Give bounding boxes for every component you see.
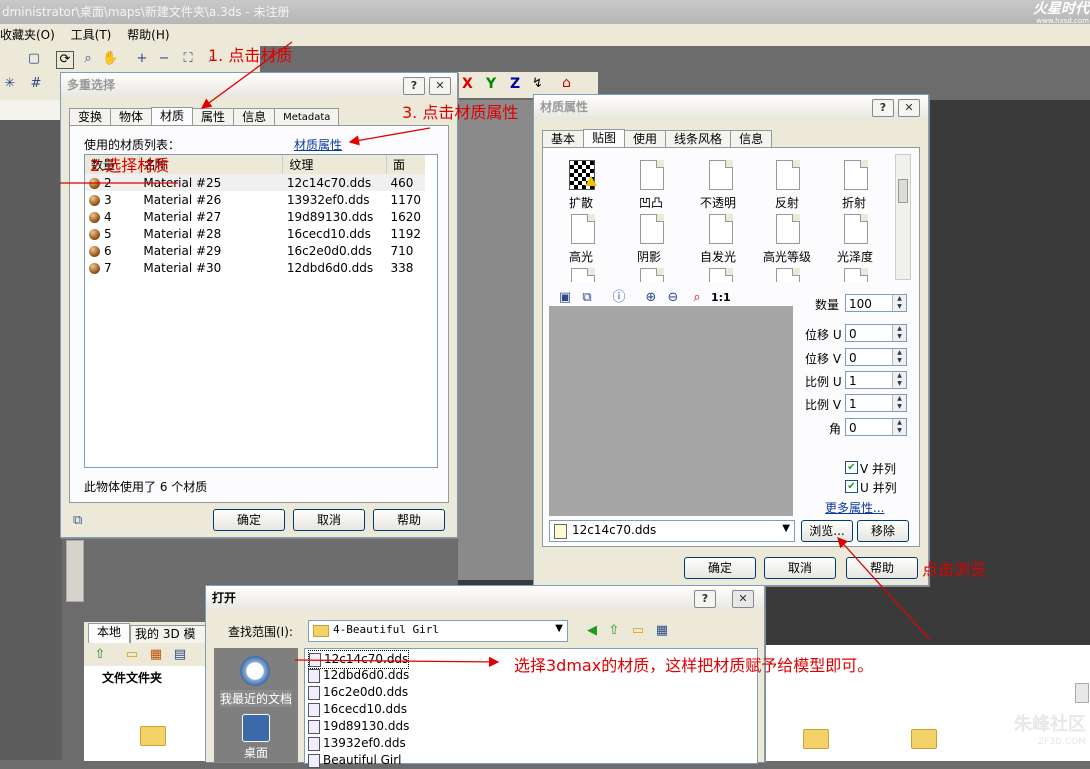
annotation-step4: 点击浏览 [922,560,987,579]
annotation-arrows [60,41,931,668]
watermark-top: 火星时代 www.hxsd.com [1033,1,1089,26]
arrow-step4 [837,537,931,641]
watermark-bottom: 朱峰社区 ZF3D.COM [1014,714,1086,747]
arrow-step3 [348,127,431,146]
annotation-step1: 1. 点击材质 [208,46,293,65]
annotation-step5: 选择3dmax的材质，这样把材质赋予给模型即可。 [514,656,874,675]
arrow-step5 [294,656,500,668]
annotation-step2: 2.选择材质 [90,156,170,175]
annotation-step3: 3. 点击材质属性 [402,103,519,122]
